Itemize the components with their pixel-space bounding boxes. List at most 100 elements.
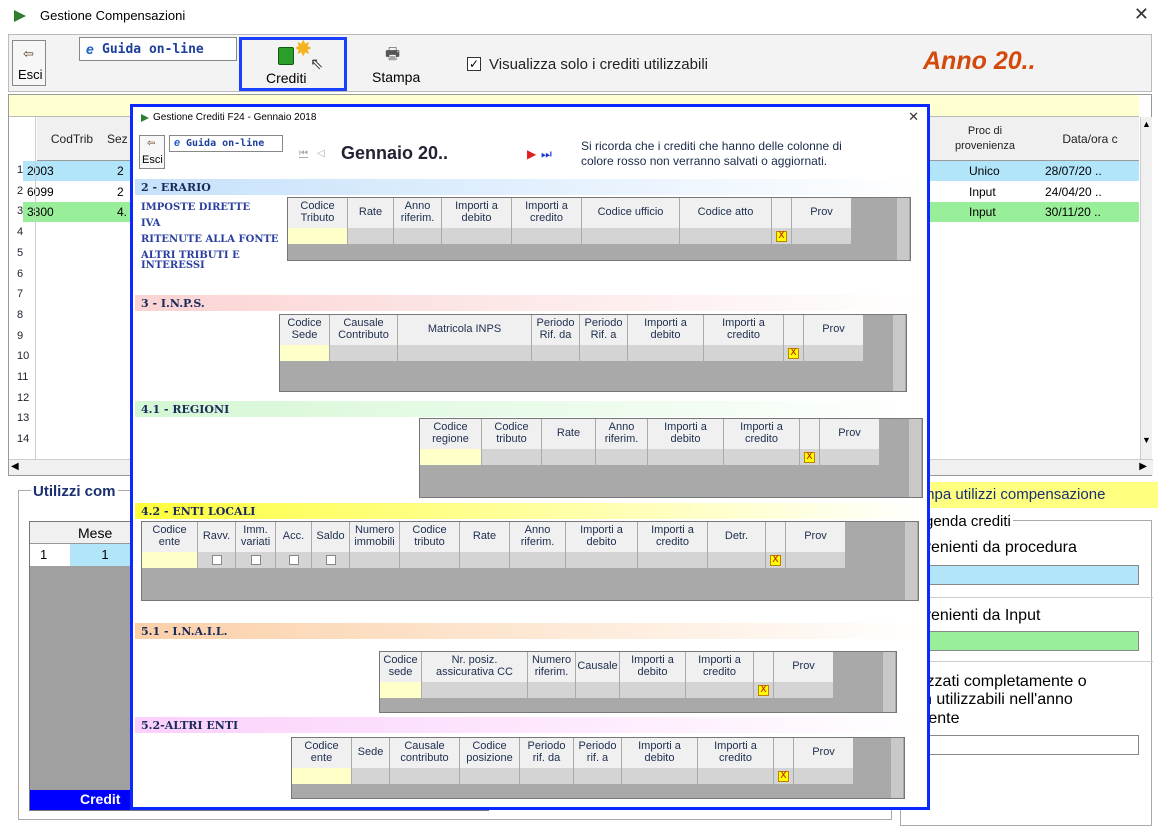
inps-grid-scroll[interactable] [893, 315, 905, 391]
inps-input-cell[interactable] [280, 345, 330, 361]
erario-label-1[interactable]: IVA [141, 219, 160, 229]
dialog-exit-button[interactable]: ⇦ Esci [139, 135, 165, 169]
enti-grid-scroll[interactable] [905, 522, 917, 600]
first-page-icon[interactable]: ⏮ [299, 148, 308, 159]
enti-input-cell[interactable] [638, 552, 708, 568]
print-utilizzi-button[interactable]: mpa utilizzi compensazione [900, 482, 1158, 508]
delete-icon[interactable]: X [788, 348, 799, 359]
credits-button[interactable]: ✸ ⇖ Crediti [239, 36, 347, 91]
erario-input-cell[interactable] [442, 228, 512, 244]
enti-input-cell[interactable] [708, 552, 766, 568]
print-button[interactable]: 🖶 Stampa [359, 39, 435, 89]
cell-date-3[interactable]: 30/11/20 .. [1045, 205, 1101, 219]
regioni-input-cell[interactable] [420, 449, 482, 465]
inps-input-cell[interactable] [704, 345, 784, 361]
exit-button[interactable]: ⇦ Esci [12, 40, 46, 86]
inail-input-cell[interactable] [576, 682, 620, 698]
altri-input-cell[interactable] [520, 768, 574, 784]
inail-input-cell[interactable] [774, 682, 834, 698]
enti-input-cell[interactable] [510, 552, 566, 568]
enti-input-cell[interactable] [786, 552, 846, 568]
scroll-down-icon[interactable]: ▼ [1142, 435, 1151, 445]
inps-input-cell[interactable] [532, 345, 580, 361]
delete-icon[interactable]: X [804, 452, 815, 463]
inail-input-cell[interactable] [620, 682, 686, 698]
inail-input-cell[interactable] [528, 682, 576, 698]
altri-grid-scroll[interactable] [891, 738, 903, 798]
enti-input-cell[interactable] [142, 552, 198, 568]
altri-input-cell[interactable] [574, 768, 622, 784]
erario-input-cell[interactable] [348, 228, 394, 244]
cell-proc-1[interactable]: Unico [969, 164, 1000, 178]
inail-input-cell[interactable] [686, 682, 754, 698]
dialog-close-icon[interactable]: ✕ [908, 109, 919, 125]
cell-codtrib-2[interactable]: 6099 [27, 185, 54, 199]
inail-grid-scroll[interactable] [883, 652, 895, 712]
guide-button[interactable]: e Guida on-line [79, 37, 237, 61]
erario-input-cell[interactable] [288, 228, 348, 244]
erario-label-2[interactable]: RITENUTE ALLA FONTE [141, 235, 279, 245]
last-page-icon[interactable]: ⏭ [541, 147, 552, 162]
scroll-up-icon[interactable]: ▲ [1142, 119, 1151, 129]
cell-codtrib-3[interactable]: 3800 [27, 205, 54, 219]
scroll-right-icon[interactable]: ▶ [1139, 461, 1147, 472]
erario-input-cell[interactable] [680, 228, 772, 244]
next-page-icon[interactable]: ▶ [527, 147, 536, 161]
erario-label-0[interactable]: IMPOSTE DIRETTE [141, 203, 250, 213]
inail-input-cell[interactable] [380, 682, 422, 698]
altri-input-cell[interactable] [292, 768, 352, 784]
inail-input-cell[interactable] [422, 682, 528, 698]
erario-label-3[interactable]: ALTRI TRIBUTI E INTERESSI [141, 251, 240, 271]
regioni-input-cell[interactable] [482, 449, 542, 465]
enti-checkbox[interactable] [251, 555, 261, 565]
altri-input-cell[interactable] [390, 768, 460, 784]
erario-grid-scroll[interactable] [897, 198, 909, 260]
inps-input-cell[interactable] [398, 345, 532, 361]
delete-icon[interactable]: X [758, 685, 769, 696]
regioni-input-cell[interactable] [596, 449, 648, 465]
title-bar: Gestione Compensazioni ✕ [0, 0, 1159, 34]
altri-input-cell[interactable] [622, 768, 698, 784]
cell-codtrib-1[interactable]: 2003 [27, 164, 54, 178]
cell-proc-2[interactable]: Input [969, 185, 996, 199]
close-icon[interactable]: ✕ [1134, 4, 1149, 25]
regioni-input-cell[interactable] [820, 449, 880, 465]
altri-input-cell[interactable] [794, 768, 854, 784]
altri-input-cell[interactable] [460, 768, 520, 784]
cell-sez-3[interactable]: 4. [117, 205, 127, 219]
regioni-input-cell[interactable] [724, 449, 800, 465]
enti-input-cell[interactable] [350, 552, 400, 568]
dialog-guide-button[interactable]: e Guida on-line [169, 135, 283, 152]
erario-input-cell[interactable] [792, 228, 852, 244]
prev-page-icon[interactable]: ◁ [317, 148, 325, 159]
inps-input-cell[interactable] [628, 345, 704, 361]
altri-input-cell[interactable] [352, 768, 390, 784]
delete-icon[interactable]: X [776, 231, 787, 242]
filter-checkbox[interactable]: ✓ [467, 57, 481, 71]
regioni-input-cell[interactable] [542, 449, 596, 465]
cell-date-1[interactable]: 28/07/20 .. [1045, 164, 1102, 178]
inps-input-cell[interactable] [330, 345, 398, 361]
inps-input-cell[interactable] [580, 345, 628, 361]
regioni-grid-scroll[interactable] [909, 419, 921, 497]
erario-input-cell[interactable] [582, 228, 680, 244]
cell-sez-2[interactable]: 2 [117, 185, 124, 199]
enti-input-cell[interactable] [460, 552, 510, 568]
erario-input-cell[interactable] [394, 228, 442, 244]
vertical-scrollbar[interactable]: ▲ ▼ [1140, 117, 1152, 459]
cell-date-2[interactable]: 24/04/20 .. [1045, 185, 1102, 199]
scroll-left-icon[interactable]: ◀ [11, 461, 19, 472]
cell-sez-1[interactable]: 2 [117, 164, 124, 178]
enti-input-cell[interactable] [400, 552, 460, 568]
enti-input-cell[interactable] [566, 552, 638, 568]
cell-proc-3[interactable]: Input [969, 205, 996, 219]
erario-input-cell[interactable] [512, 228, 582, 244]
delete-icon[interactable]: X [778, 771, 789, 782]
delete-icon[interactable]: X [770, 555, 781, 566]
enti-checkbox[interactable] [326, 555, 336, 565]
regioni-input-cell[interactable] [648, 449, 724, 465]
altri-input-cell[interactable] [698, 768, 774, 784]
inps-input-cell[interactable] [804, 345, 864, 361]
enti-checkbox[interactable] [212, 555, 222, 565]
enti-checkbox[interactable] [289, 555, 299, 565]
